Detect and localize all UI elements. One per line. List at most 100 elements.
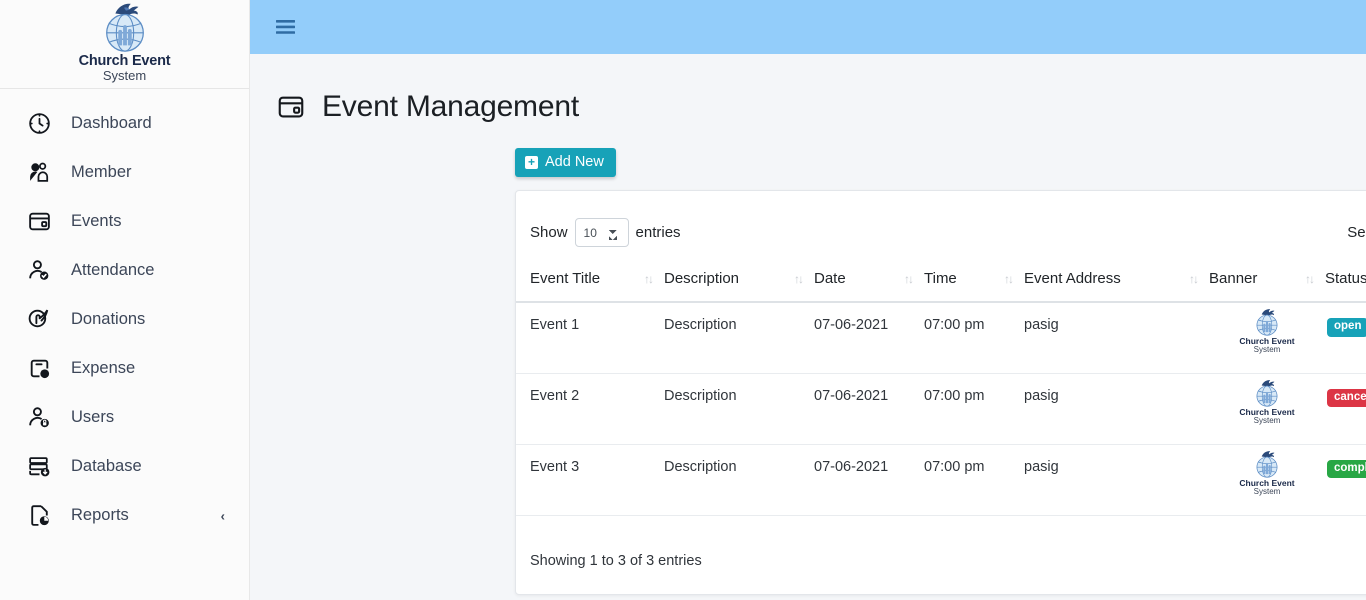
sort-updown-icon: ↑↓: [1004, 271, 1014, 286]
cell-time: 07:00 pm: [924, 373, 1024, 445]
sidebar: Church Event System Dashboard Member Eve…: [0, 0, 250, 600]
user-check-icon: [24, 256, 54, 286]
add-new-label: Add New: [545, 154, 604, 171]
donation-hand-icon: [24, 305, 54, 335]
hamburger-menu-icon[interactable]: [270, 13, 301, 41]
column-label: Date: [814, 270, 846, 288]
cell-event-title: Event 2: [516, 373, 664, 445]
church-globe-dove-logo-icon: [94, 2, 156, 54]
expense-dollar-icon: $: [24, 354, 54, 384]
sidebar-item-events[interactable]: Events: [0, 197, 249, 246]
sidebar-item-label: Donations: [71, 310, 146, 328]
sidebar-item-database[interactable]: Database: [0, 442, 249, 491]
cell-event-address: pasig: [1024, 373, 1209, 445]
page-title: Event Management: [322, 90, 579, 124]
cell-time: 07:00 pm: [924, 444, 1024, 516]
church-globe-dove-logo-icon: Church Event System: [1239, 379, 1295, 425]
svg-text:$: $: [42, 371, 46, 378]
brand-name: Church Event: [78, 53, 171, 69]
table-row: Event 1 Description 07-06-2021 07:00 pm …: [516, 302, 1366, 374]
datatable-filter: Search:: [1347, 217, 1366, 248]
calendar-window-icon: [24, 207, 54, 237]
sort-updown-icon: ↑↓: [1305, 271, 1315, 286]
app-root: Church Event System Dashboard Member Eve…: [0, 0, 1366, 600]
column-header-banner[interactable]: Banner ↑↓: [1209, 258, 1325, 304]
brand-header[interactable]: Church Event System: [0, 0, 249, 89]
cell-event-title: Event 3: [516, 444, 664, 516]
page-content: Event Management Home/Event Management +…: [250, 54, 1366, 600]
cell-event-title: Event 1: [516, 302, 664, 374]
sidebar-item-label: Dashboard: [71, 114, 152, 132]
status-badge: cancelled: [1327, 388, 1366, 408]
calendar-window-icon: [276, 92, 306, 122]
cell-date: 07-06-2021: [814, 444, 924, 516]
search-label: Search:: [1347, 224, 1366, 242]
cell-status: cancelled: [1325, 373, 1366, 445]
sidebar-item-reports[interactable]: Reports ‹: [0, 491, 249, 540]
column-header-event-address[interactable]: Event Address ↑↓: [1024, 258, 1209, 304]
sidebar-item-dashboard[interactable]: Dashboard: [0, 99, 249, 148]
user-lock-icon: [24, 403, 54, 433]
page-header: Event Management Home/Event Management: [250, 54, 1366, 142]
cell-banner: Church Event System: [1209, 302, 1325, 374]
column-label: Status: [1325, 270, 1366, 288]
cell-status: completed: [1325, 444, 1366, 516]
dashboard-clock-icon: [24, 109, 54, 139]
events-table-card: Show 102550100 entries Search:: [515, 190, 1366, 596]
column-header-status[interactable]: Status ↑↓: [1325, 258, 1366, 304]
sidebar-item-label: Events: [71, 212, 122, 230]
banner-brand-subtitle: System: [1253, 415, 1281, 425]
add-new-wrap: + Add New: [250, 142, 1366, 178]
events-table: Event Title ↑↓ Description ↑↓ Date ↑↓ Ti…: [516, 258, 1366, 516]
column-label: Event Address: [1024, 270, 1121, 288]
column-header-time[interactable]: Time ↑↓: [924, 258, 1024, 304]
database-download-icon: [24, 452, 54, 482]
entries-label: entries: [635, 224, 681, 242]
sidebar-item-users[interactable]: Users: [0, 393, 249, 442]
table-row: Event 3 Description 07-06-2021 07:00 pm …: [516, 444, 1366, 516]
topbar: [250, 0, 1366, 54]
add-new-button[interactable]: + Add New: [515, 148, 616, 178]
cell-description: Description: [664, 444, 814, 516]
members-group-icon: [24, 158, 54, 188]
sort-updown-icon: ↑↓: [1189, 271, 1199, 286]
sidebar-item-label: Attendance: [71, 261, 155, 279]
sidebar-item-member[interactable]: Member: [0, 148, 249, 197]
column-label: Event Title: [530, 270, 601, 288]
datatable-info: Showing 1 to 3 of 3 entries: [530, 553, 702, 570]
column-header-event-title[interactable]: Event Title ↑↓: [516, 258, 664, 304]
datatable-controls: Show 102550100 entries Search:: [516, 191, 1366, 258]
table-header-row: Event Title ↑↓ Description ↑↓ Date ↑↓ Ti…: [516, 258, 1366, 304]
sidebar-item-expense[interactable]: $ Expense: [0, 344, 249, 393]
cell-event-address: pasig: [1024, 302, 1209, 374]
sidebar-item-label: Expense: [71, 359, 136, 377]
cell-time: 07:00 pm: [924, 302, 1024, 374]
datatable-footer: Showing 1 to 3 of 3 entries Previous 1 N…: [516, 529, 1366, 594]
sidebar-item-label: Member: [71, 163, 132, 181]
column-header-date[interactable]: Date ↑↓: [814, 258, 924, 304]
column-label: Time: [924, 270, 957, 288]
status-badge: completed: [1327, 459, 1366, 479]
main-area: Event Management Home/Event Management +…: [250, 0, 1366, 600]
cell-status: open: [1325, 302, 1366, 374]
page-length-select[interactable]: 102550100: [574, 218, 629, 248]
sidebar-item-label: Database: [71, 457, 142, 475]
datatable-length-control: Show 102550100 entries: [530, 218, 681, 248]
page-title-wrap: Event Management: [276, 72, 579, 142]
sidebar-nav: Dashboard Member Events Attendance Donat…: [0, 89, 249, 540]
table-row: Event 2 Description 07-06-2021 07:00 pm …: [516, 373, 1366, 445]
column-label: Description: [664, 270, 740, 288]
cell-description: Description: [664, 302, 814, 374]
column-header-description[interactable]: Description ↑↓: [664, 258, 814, 304]
plus-square-icon: +: [525, 155, 538, 169]
cell-description: Description: [664, 373, 814, 445]
report-chart-icon: [24, 501, 54, 531]
table-body: Event 1 Description 07-06-2021 07:00 pm …: [516, 302, 1366, 516]
sidebar-item-attendance[interactable]: Attendance: [0, 246, 249, 295]
cell-date: 07-06-2021: [814, 302, 924, 374]
sidebar-item-donations[interactable]: Donations: [0, 295, 249, 344]
cell-banner: Church Event System: [1209, 444, 1325, 516]
chevron-left-icon[interactable]: ‹: [221, 508, 225, 523]
banner-brand-subtitle: System: [1253, 486, 1281, 496]
brand-subtitle: System: [102, 68, 147, 84]
